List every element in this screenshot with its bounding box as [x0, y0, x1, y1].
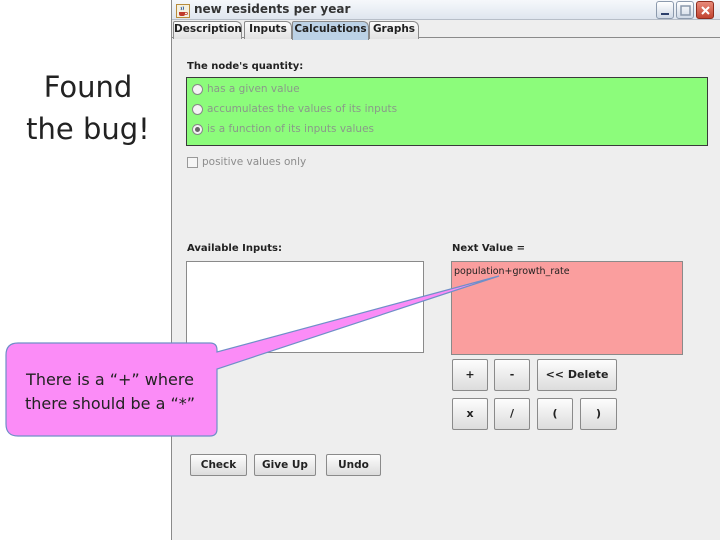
give-up-button[interactable]: Give Up: [254, 454, 316, 476]
option-label: accumulates the values of its inputs: [207, 103, 398, 115]
option-function-of-inputs[interactable]: is a function of its inputs values: [192, 121, 374, 137]
option-label: has a given value: [207, 83, 300, 95]
tab-graphs[interactable]: Graphs: [369, 21, 419, 39]
maximize-button[interactable]: [676, 1, 694, 19]
positive-values-label: positive values only: [202, 156, 307, 168]
close-paren-button[interactable]: ): [580, 398, 617, 430]
close-icon: [701, 6, 710, 15]
app-window: new residents per year Description Input…: [171, 0, 720, 540]
quantity-options-panel: has a given value accumulates the values…: [186, 77, 708, 146]
tab-bar: Description Inputs Calculations Graphs: [172, 20, 720, 40]
close-button[interactable]: [696, 1, 714, 19]
positive-values-option[interactable]: positive values only: [187, 156, 306, 168]
open-paren-button[interactable]: (: [537, 398, 573, 430]
plus-button[interactable]: +: [452, 359, 488, 391]
window-title: new residents per year: [194, 2, 351, 16]
next-value-expression-field[interactable]: population+growth_rate: [451, 261, 683, 355]
available-inputs-label: Available Inputs:: [187, 243, 282, 254]
check-button[interactable]: Check: [190, 454, 247, 476]
option-given-value[interactable]: has a given value: [192, 81, 300, 97]
divide-button[interactable]: /: [494, 398, 530, 430]
tab-inputs[interactable]: Inputs: [244, 21, 292, 39]
available-inputs-list[interactable]: [186, 261, 424, 353]
option-label: is a function of its inputs values: [207, 123, 374, 135]
option-accumulates[interactable]: accumulates the values of its inputs: [192, 101, 397, 117]
java-coffee-icon[interactable]: [176, 3, 190, 18]
radio-button[interactable]: [192, 103, 203, 115]
radio-button-selected[interactable]: [192, 123, 203, 135]
radio-button[interactable]: [192, 83, 203, 95]
annotation-line-2: the bug!: [26, 112, 150, 146]
minus-button[interactable]: -: [494, 359, 530, 391]
positive-values-checkbox[interactable]: [187, 156, 198, 168]
minimize-button[interactable]: [656, 1, 674, 19]
minimize-icon: [661, 13, 669, 15]
maximize-icon: [680, 5, 691, 16]
undo-button[interactable]: Undo: [326, 454, 381, 476]
callout-line-2: there should be a “*”: [24, 394, 196, 413]
annotation-line-1: Found: [43, 70, 133, 104]
quantity-label: The node's quantity:: [187, 61, 304, 72]
slide-annotation: Found the bug!: [18, 66, 158, 150]
next-value-label: Next Value =: [452, 243, 525, 254]
tab-description[interactable]: Description: [173, 21, 242, 39]
title-bar[interactable]: new residents per year: [172, 0, 720, 20]
multiply-button[interactable]: x: [452, 398, 488, 430]
delete-button[interactable]: << Delete: [537, 359, 617, 391]
callout-text: There is a “+” where there should be a “…: [6, 368, 214, 416]
tab-calculations[interactable]: Calculations: [292, 21, 369, 40]
callout-line-1: There is a “+” where: [26, 370, 194, 389]
